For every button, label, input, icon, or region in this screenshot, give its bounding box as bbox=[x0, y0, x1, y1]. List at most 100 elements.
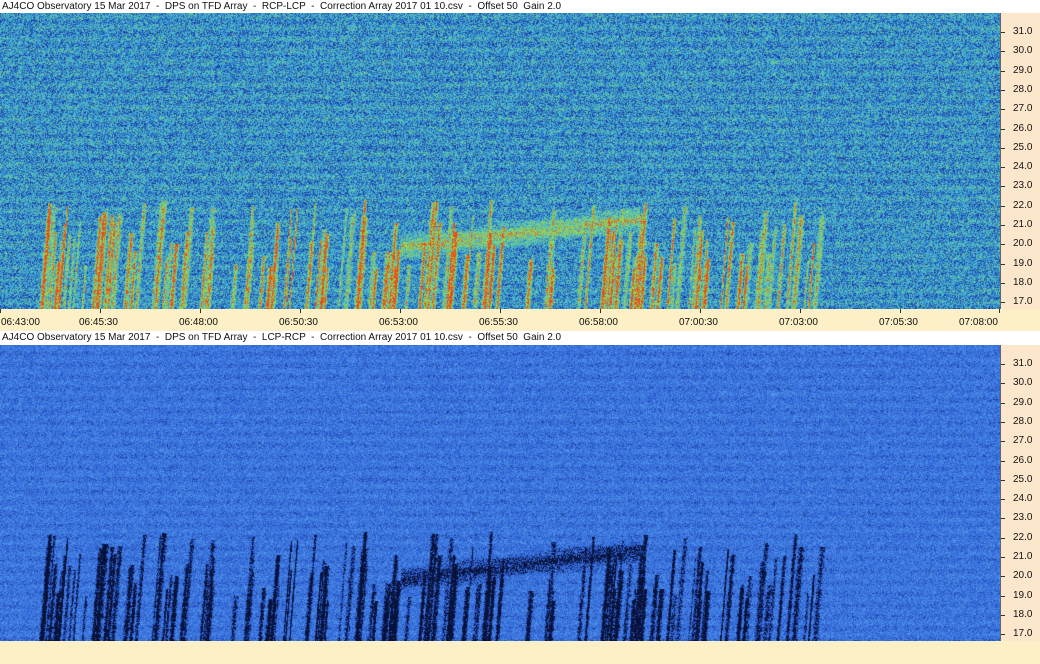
bottom-spectrogram[interactable] bbox=[0, 345, 1000, 641]
time-axis: 06:43:00 06:45:30 06:48:00 06:50:30 06:53:00… bbox=[0, 309, 1040, 331]
time-label: 07:05:30 bbox=[879, 317, 918, 328]
frequency-tick-mark bbox=[1001, 634, 1005, 635]
frequency-tick-mark bbox=[1001, 441, 1005, 442]
frequency-tick: 17.0 bbox=[1001, 297, 1040, 307]
frequency-tick-mark bbox=[1001, 206, 1005, 207]
spectrograph-window: AJ4CO Observatory 15 Mar 2017 - DPS on T… bbox=[0, 0, 1040, 664]
frequency-tick-label: 26.0 bbox=[1013, 455, 1033, 466]
frequency-tick: 18.0 bbox=[1001, 610, 1040, 620]
frequency-tick-mark bbox=[1001, 461, 1005, 462]
frequency-tick-label: 25.0 bbox=[1013, 142, 1033, 153]
frequency-tick-label: 27.0 bbox=[1013, 103, 1033, 114]
frequency-tick: 23.0 bbox=[1001, 513, 1040, 523]
frequency-tick-mark bbox=[1001, 538, 1005, 539]
frequency-tick: 30.0 bbox=[1001, 378, 1040, 388]
frequency-tick-label: 19.0 bbox=[1013, 258, 1033, 269]
time-label: 07:00:30 bbox=[679, 317, 718, 328]
top-spectrogram[interactable] bbox=[0, 13, 1000, 309]
frequency-tick-mark bbox=[1001, 422, 1005, 423]
frequency-tick-label: 21.0 bbox=[1013, 551, 1033, 562]
frequency-tick-mark bbox=[1001, 480, 1005, 481]
frequency-tick-label: 27.0 bbox=[1013, 435, 1033, 446]
top-spectrogram-canvas bbox=[0, 13, 1000, 309]
frequency-tick-label: 17.0 bbox=[1013, 628, 1033, 639]
frequency-tick: 28.0 bbox=[1001, 85, 1040, 95]
frequency-tick-label: 21.0 bbox=[1013, 219, 1033, 230]
frequency-tick-mark bbox=[1001, 557, 1005, 558]
frequency-tick-label: 28.0 bbox=[1013, 416, 1033, 427]
frequency-tick: 24.0 bbox=[1001, 494, 1040, 504]
frequency-tick-mark bbox=[1001, 90, 1005, 91]
time-label: 06:45:30 bbox=[79, 317, 118, 328]
bottom-panel-title: AJ4CO Observatory 15 Mar 2017 - DPS on T… bbox=[2, 332, 562, 343]
frequency-tick: 22.0 bbox=[1001, 201, 1040, 211]
frequency-tick-mark bbox=[1001, 186, 1005, 187]
frequency-tick-mark bbox=[1001, 109, 1005, 110]
frequency-tick-label: 26.0 bbox=[1013, 123, 1033, 134]
frequency-tick-mark bbox=[1001, 51, 1005, 52]
frequency-tick: 26.0 bbox=[1001, 124, 1040, 134]
top-panel-title: AJ4CO Observatory 15 Mar 2017 - DPS on T… bbox=[2, 1, 562, 12]
time-label: 07:03:00 bbox=[779, 317, 818, 328]
frequency-tick-label: 23.0 bbox=[1013, 180, 1033, 191]
frequency-tick: 24.0 bbox=[1001, 162, 1040, 172]
frequency-tick-mark bbox=[1001, 264, 1005, 265]
frequency-tick-mark bbox=[1001, 32, 1005, 33]
frequency-tick-label: 30.0 bbox=[1013, 45, 1033, 56]
frequency-tick-mark bbox=[1001, 244, 1005, 245]
frequency-tick-label: 24.0 bbox=[1013, 493, 1033, 504]
frequency-tick: 17.0 bbox=[1001, 629, 1040, 639]
frequency-tick-label: 28.0 bbox=[1013, 84, 1033, 95]
time-label: 07:08:00 bbox=[959, 317, 998, 328]
frequency-tick-label: 25.0 bbox=[1013, 474, 1033, 485]
time-label: 06:53:00 bbox=[379, 317, 418, 328]
frequency-tick-mark bbox=[1001, 596, 1005, 597]
frequency-tick: 20.0 bbox=[1001, 571, 1040, 581]
frequency-tick-label: 22.0 bbox=[1013, 200, 1033, 211]
time-label: 06:58:00 bbox=[579, 317, 618, 328]
frequency-tick: 23.0 bbox=[1001, 181, 1040, 191]
frequency-tick-mark bbox=[1001, 403, 1005, 404]
frequency-tick-label: 29.0 bbox=[1013, 65, 1033, 76]
frequency-tick-label: 24.0 bbox=[1013, 161, 1033, 172]
frequency-tick-mark bbox=[1001, 283, 1005, 284]
frequency-tick: 29.0 bbox=[1001, 398, 1040, 408]
frequency-tick: 21.0 bbox=[1001, 552, 1040, 562]
frequency-tick-label: 20.0 bbox=[1013, 238, 1033, 249]
frequency-tick-label: 31.0 bbox=[1013, 358, 1033, 369]
time-label: 06:55:30 bbox=[479, 317, 518, 328]
frequency-tick-label: 18.0 bbox=[1013, 609, 1033, 620]
frequency-tick: 25.0 bbox=[1001, 143, 1040, 153]
frequency-tick-label: 29.0 bbox=[1013, 397, 1033, 408]
frequency-tick: 22.0 bbox=[1001, 533, 1040, 543]
frequency-tick-mark bbox=[1001, 71, 1005, 72]
time-tick bbox=[0, 309, 1, 313]
time-tick bbox=[700, 309, 701, 313]
time-tick bbox=[600, 309, 601, 313]
time-tick bbox=[100, 309, 101, 313]
frequency-tick: 18.0 bbox=[1001, 278, 1040, 288]
frequency-tick-label: 20.0 bbox=[1013, 570, 1033, 581]
frequency-tick: 27.0 bbox=[1001, 104, 1040, 114]
frequency-tick-mark bbox=[1001, 615, 1005, 616]
frequency-tick-label: 22.0 bbox=[1013, 532, 1033, 543]
frequency-tick-mark bbox=[1001, 129, 1005, 130]
frequency-tick-mark bbox=[1001, 302, 1005, 303]
time-tick bbox=[900, 309, 901, 313]
frequency-tick-label: 19.0 bbox=[1013, 590, 1033, 601]
time-tick bbox=[200, 309, 201, 313]
frequency-tick-label: 17.0 bbox=[1013, 296, 1033, 307]
frequency-tick-label: 30.0 bbox=[1013, 377, 1033, 388]
bottom-time-axis-strip bbox=[0, 641, 1040, 664]
frequency-tick: 19.0 bbox=[1001, 259, 1040, 269]
frequency-tick-mark bbox=[1001, 383, 1005, 384]
frequency-tick: 27.0 bbox=[1001, 436, 1040, 446]
time-label: 06:48:00 bbox=[179, 317, 218, 328]
frequency-tick-label: 18.0 bbox=[1013, 277, 1033, 288]
frequency-tick: 26.0 bbox=[1001, 456, 1040, 466]
frequency-tick: 19.0 bbox=[1001, 591, 1040, 601]
frequency-tick: 31.0 bbox=[1001, 27, 1040, 37]
time-tick bbox=[300, 309, 301, 313]
bottom-spectrogram-canvas bbox=[0, 345, 1000, 641]
bottom-frequency-axis: 31.0 30.0 29.0 28.0 27.0 26.0 25.0 24.0 23.0 22.0… bbox=[1000, 345, 1040, 641]
